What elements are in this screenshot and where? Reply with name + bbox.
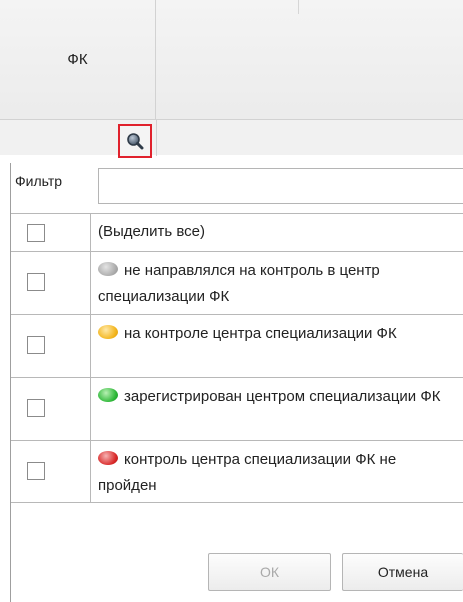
select-all-checkbox[interactable]: [27, 224, 45, 242]
filter-value-list: (Выделить все) не направлялся на контрол…: [11, 213, 463, 503]
column-filter-button[interactable]: [118, 124, 152, 158]
yellow-status-icon: [98, 325, 118, 339]
list-item-select-all[interactable]: (Выделить все): [11, 213, 463, 251]
checkbox-cell: [11, 252, 91, 314]
checkbox-cell: [11, 315, 91, 377]
list-item-checkbox[interactable]: [27, 399, 45, 417]
list-item-label: не направлялся на контроль в центр специ…: [98, 262, 380, 305]
checkbox-cell: [11, 441, 91, 502]
list-item-text: зарегистрирован центром специализации ФК: [91, 378, 463, 440]
list-item-label: зарегистрирован центром специализации ФК: [124, 388, 441, 405]
list-item-text: не направлялся на контроль в центр специ…: [91, 252, 463, 314]
ok-button-label: ОК: [259, 564, 280, 580]
checkbox-cell: [11, 214, 91, 251]
list-item-label: на контроле центра специализации ФК: [124, 325, 397, 342]
column-divider: [156, 120, 157, 156]
column-header-fk[interactable]: ФК: [0, 0, 156, 119]
list-item[interactable]: контроль центра специализации ФК не прой…: [11, 440, 463, 503]
grid-header: ФК: [0, 0, 463, 156]
column-filter-row: [0, 119, 463, 156]
list-item-checkbox[interactable]: [27, 336, 45, 354]
list-item[interactable]: не направлялся на контроль в центр специ…: [11, 251, 463, 314]
gray-status-icon: [98, 262, 118, 276]
ok-button[interactable]: ОК: [208, 553, 331, 591]
green-status-icon: [98, 388, 118, 402]
list-item-text: контроль центра специализации ФК не прой…: [91, 441, 463, 502]
list-item-checkbox[interactable]: [27, 462, 45, 480]
filter-dropdown-panel: Фильтр (Выделить все) не направлялся на …: [10, 163, 463, 602]
column-divider: [298, 0, 299, 14]
list-item-label: (Выделить все): [98, 223, 205, 240]
cancel-button[interactable]: Отмена: [342, 553, 463, 591]
list-item[interactable]: зарегистрирован центром специализации ФК: [11, 377, 463, 440]
magnifier-icon: [127, 133, 144, 150]
red-status-icon: [98, 451, 118, 465]
checkbox-cell: [11, 378, 91, 440]
list-item-checkbox[interactable]: [27, 273, 45, 291]
list-item-text: на контроле центра специализации ФК: [91, 315, 463, 377]
filter-label: Фильтр: [15, 173, 63, 189]
filter-input[interactable]: [98, 168, 463, 204]
list-item-label: контроль центра специализации ФК не прой…: [98, 451, 397, 494]
column-header-label: ФК: [67, 51, 88, 68]
cancel-button-label: Отмена: [377, 564, 429, 580]
list-item[interactable]: на контроле центра специализации ФК: [11, 314, 463, 377]
